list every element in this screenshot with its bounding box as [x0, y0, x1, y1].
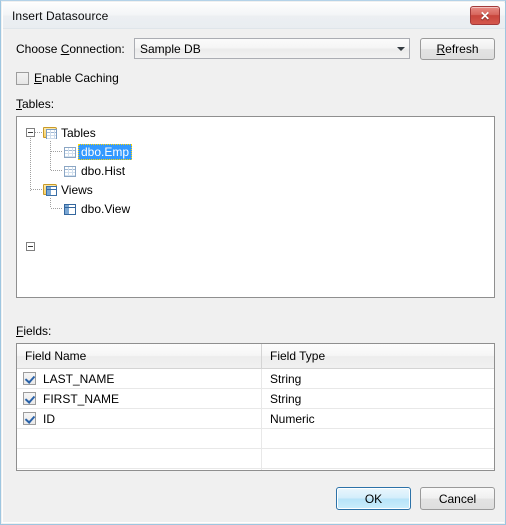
field-name-cell — [17, 429, 262, 448]
tree-node-label: dbo.Emp — [78, 143, 133, 160]
column-header-field-name[interactable]: Field Name — [17, 344, 262, 368]
refresh-button[interactable]: Refresh — [420, 38, 495, 60]
title-bar: Insert Datasource ✕ — [3, 3, 505, 29]
table-row[interactable]: LAST_NAME String — [17, 369, 494, 389]
field-name-text: FIRST_NAME — [43, 391, 120, 406]
field-name-cell: LAST_NAME — [17, 369, 262, 388]
field-include-checkbox[interactable] — [23, 392, 36, 405]
close-button[interactable]: ✕ — [470, 6, 500, 25]
expander-collapse-icon[interactable] — [26, 128, 35, 137]
fields-grid[interactable]: Field Name Field Type LAST_NAME String F… — [16, 343, 495, 471]
field-include-checkbox[interactable] — [23, 372, 36, 385]
tree-node-label: Tables — [61, 125, 96, 140]
connection-combobox[interactable]: Sample DB — [134, 38, 410, 59]
cancel-button[interactable]: Cancel — [420, 487, 495, 510]
field-type-cell — [262, 469, 494, 470]
field-type-cell: String — [270, 391, 302, 406]
chevron-down-icon — [392, 39, 409, 58]
field-name-text: ID — [43, 411, 55, 426]
tables-tree-panel[interactable]: Tables dbo.Emp dbo.Hist Views dbo.View — [16, 116, 495, 298]
table-row[interactable]: FIRST_NAME String — [17, 389, 494, 409]
expander-collapse-icon[interactable] — [26, 242, 35, 251]
field-name-cell: FIRST_NAME — [17, 389, 262, 408]
tree-node-dbo-view[interactable]: dbo.View — [17, 199, 494, 218]
table-icon — [62, 163, 78, 179]
field-name-cell — [17, 449, 262, 468]
table-row[interactable]: ID Numeric — [17, 409, 494, 429]
fields-label: Fields: — [16, 324, 52, 338]
field-name-text: LAST_NAME — [43, 371, 115, 386]
folder-view-icon — [42, 182, 58, 198]
tree-node-label: dbo.Hist — [81, 163, 126, 178]
close-icon: ✕ — [479, 8, 491, 23]
table-row-empty[interactable] — [17, 469, 494, 470]
tree-node-dbo-emp[interactable]: dbo.Emp — [17, 142, 494, 161]
ok-button[interactable]: OK — [336, 487, 411, 510]
fields-grid-header: Field Name Field Type — [17, 344, 494, 369]
field-include-checkbox[interactable] — [23, 412, 36, 425]
field-type-cell: Numeric — [270, 411, 315, 426]
view-icon — [62, 201, 78, 217]
dialog-body: Choose Connection: Sample DB Refresh Ena… — [3, 29, 505, 522]
window-title: Insert Datasource — [12, 8, 109, 23]
folder-table-icon — [42, 125, 58, 141]
field-type-cell: String — [270, 371, 302, 386]
enable-caching-checkbox[interactable]: Enable Caching — [16, 71, 119, 85]
tree-node-views[interactable]: Views — [17, 180, 494, 251]
tree-node-label: Views — [61, 182, 93, 197]
tree-node-label: dbo.View — [81, 201, 131, 216]
field-type-cell — [262, 449, 494, 468]
table-icon — [62, 144, 78, 160]
tree-node-dbo-hist[interactable]: dbo.Hist — [17, 161, 494, 180]
field-name-cell — [17, 469, 262, 470]
tables-label: Tables: — [16, 97, 55, 111]
choose-connection-label: Choose Connection: — [16, 42, 125, 56]
field-name-cell: ID — [17, 409, 262, 428]
table-row-empty[interactable] — [17, 429, 494, 449]
field-type-cell — [262, 429, 494, 448]
enable-caching-label: Enable Caching — [34, 71, 119, 85]
tables-tree: Tables dbo.Emp dbo.Hist Views dbo.View — [17, 117, 494, 251]
checkbox-box — [16, 71, 29, 85]
insert-datasource-dialog: Insert Datasource ✕ Choose Connection: S… — [0, 0, 506, 525]
column-header-field-type[interactable]: Field Type — [262, 344, 494, 368]
table-row-empty[interactable] — [17, 449, 494, 469]
tree-node-tables[interactable]: Tables — [17, 123, 494, 142]
connection-selected-value: Sample DB — [140, 41, 201, 56]
